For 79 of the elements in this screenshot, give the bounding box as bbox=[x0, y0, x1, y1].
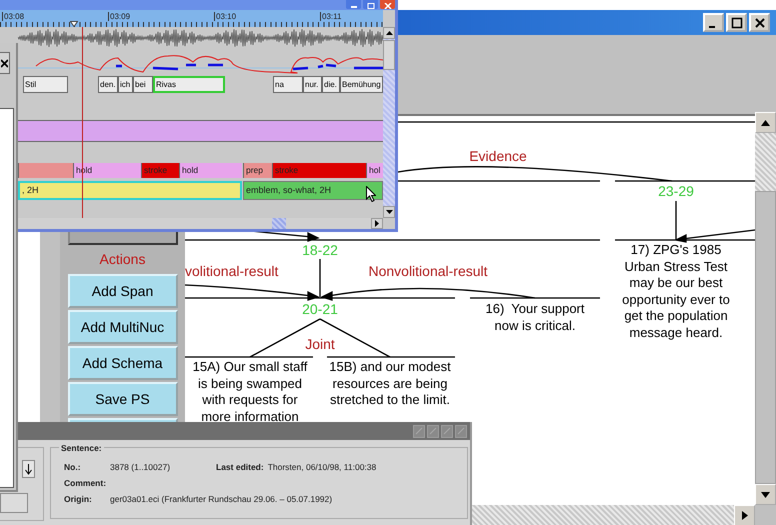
relation-label: Joint bbox=[305, 336, 335, 352]
vertical-scrollbar[interactable] bbox=[755, 112, 776, 505]
phase-annotation[interactable]: hold bbox=[179, 163, 242, 178]
segment-text: 17) ZPG's 1985 Urban Stress Test may be our best opportunity ever to get the population message heard. bbox=[622, 242, 730, 341]
up-arrow-icon bbox=[386, 31, 392, 35]
maximize-icon bbox=[366, 3, 374, 9]
minimize-icon bbox=[350, 3, 358, 9]
pointer-icon bbox=[366, 186, 376, 202]
segment-text: 15B) and our modest resources are being stretched to the limit. bbox=[329, 359, 451, 408]
right-arrow-icon bbox=[742, 511, 748, 520]
window-control-icon[interactable] bbox=[455, 424, 467, 438]
word-annotation[interactable]: ich bbox=[118, 76, 133, 93]
span-label: 23-29 bbox=[658, 183, 694, 199]
field-value: Thorsten, 06/10/98, 11:00:38 bbox=[268, 462, 376, 472]
action-button[interactable]: Add MultiNuc bbox=[68, 310, 178, 344]
word-annotation[interactable]: na bbox=[273, 76, 303, 93]
scroll-right-button[interactable] bbox=[371, 218, 383, 229]
group-title: Sentence: bbox=[59, 443, 104, 453]
action-button[interactable]: Save PS bbox=[68, 382, 178, 416]
down-arrow-icon bbox=[761, 492, 770, 498]
scroll-thumb[interactable] bbox=[383, 40, 395, 70]
action-button[interactable]: Add Span bbox=[68, 274, 178, 308]
minimize-button[interactable] bbox=[703, 13, 724, 32]
down-arrow-icon bbox=[386, 210, 392, 214]
field-label: Comment: bbox=[64, 478, 108, 488]
word-annotation[interactable]: bei bbox=[133, 76, 153, 93]
close-button[interactable] bbox=[0, 52, 10, 74]
nucleus-line bbox=[319, 259, 321, 297]
gesture-annotation[interactable]: emblem, so-what, 2H bbox=[243, 181, 383, 200]
relation-label: Nonvolitional-result bbox=[368, 263, 488, 279]
field-label: No.: bbox=[64, 462, 82, 472]
word-annotation[interactable]: Stil bbox=[23, 76, 68, 93]
phase-annotation[interactable]: prep bbox=[243, 163, 272, 178]
horizontal-scrollbar[interactable] bbox=[18, 218, 383, 229]
word-annotation[interactable]: die. bbox=[322, 76, 340, 93]
span-label: 18-22 bbox=[302, 242, 338, 258]
scroll-thumb[interactable] bbox=[755, 191, 776, 484]
phase-annotation[interactable]: hol bbox=[366, 163, 383, 178]
word-annotation[interactable]: nur. bbox=[303, 76, 322, 93]
scroll-up-button[interactable] bbox=[383, 27, 395, 39]
close-icon bbox=[754, 16, 766, 28]
down-button[interactable] bbox=[22, 460, 35, 478]
actions-heading: Actions bbox=[100, 250, 146, 269]
scroll-down-button[interactable] bbox=[383, 206, 395, 218]
time-label: 03:11 bbox=[320, 12, 342, 21]
close-icon bbox=[384, 3, 392, 9]
button[interactable] bbox=[0, 493, 28, 513]
time-label: 03:10 bbox=[214, 12, 236, 21]
maximize-button[interactable] bbox=[726, 13, 747, 32]
field-label: Last edited: bbox=[216, 462, 264, 472]
word-annotation[interactable]: den. bbox=[98, 76, 118, 93]
window-control-icon[interactable] bbox=[413, 424, 425, 438]
playhead-icon[interactable] bbox=[70, 21, 78, 27]
segment-text: 16) Your support now is critical. bbox=[485, 301, 585, 334]
close-icon bbox=[1, 58, 8, 68]
right-arrow-icon bbox=[375, 220, 379, 227]
window-control-icon[interactable] bbox=[441, 424, 453, 438]
nucleus-line bbox=[675, 201, 677, 240]
scroll-thumb[interactable] bbox=[272, 218, 286, 229]
field-label: Origin: bbox=[64, 494, 93, 504]
window-control-icon[interactable] bbox=[427, 424, 439, 438]
gesture-annotation[interactable]: , 2H bbox=[18, 181, 242, 200]
relation-label: Evidence bbox=[469, 148, 527, 164]
field-value: 3878 (1..10027) bbox=[110, 462, 172, 472]
action-button[interactable] bbox=[68, 232, 178, 245]
time-label: 03:09 bbox=[108, 12, 130, 21]
relation-label: volitional-result bbox=[185, 263, 278, 279]
maximize-icon bbox=[730, 16, 742, 28]
time-label: 03:08 bbox=[2, 12, 24, 21]
down-arrow-icon bbox=[25, 464, 32, 474]
word-annotation[interactable]: Rivas bbox=[153, 76, 225, 93]
minimize-icon bbox=[708, 26, 714, 28]
span-label: 20-21 bbox=[302, 301, 338, 317]
field-value: ger03a01.eci (Frankfurter Rundschau 29.06. – 05.07.1992) bbox=[110, 494, 332, 504]
word-annotation[interactable]: Bemühung bbox=[340, 76, 383, 93]
vertical-scrollbar[interactable] bbox=[383, 27, 395, 218]
up-arrow-icon bbox=[761, 120, 770, 126]
action-button[interactable]: Add Schema bbox=[68, 346, 178, 380]
segment-text: 15A) Our small staff is being swamped with requests for more information bbox=[192, 359, 308, 425]
